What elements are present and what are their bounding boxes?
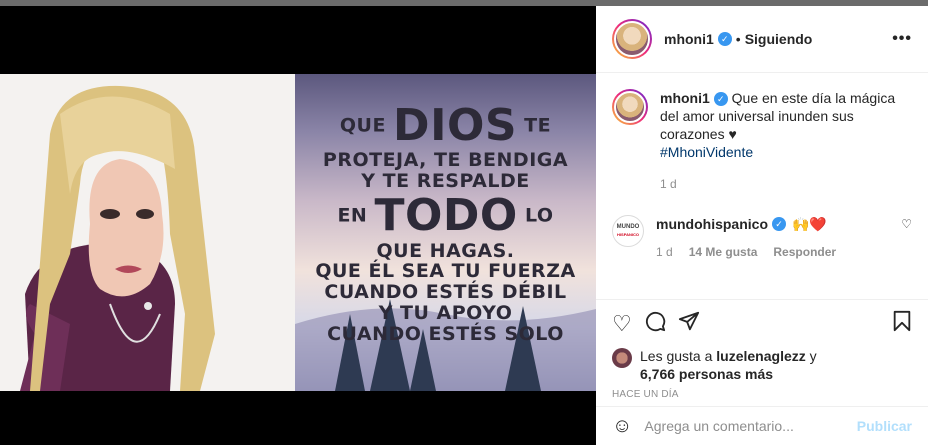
- comment-bubble-icon[interactable]: [644, 310, 666, 338]
- caption-username[interactable]: mhoni1: [660, 90, 710, 106]
- verified-check-icon: ✓: [772, 217, 786, 231]
- author-avatar[interactable]: [612, 19, 652, 59]
- comment-time[interactable]: 1 d: [656, 243, 673, 261]
- add-comment-bar: ☺ Agrega un comentario... Publicar: [596, 406, 928, 445]
- poster-quote: QUE DIOS TE PROTEJA, TE BENDIGA Y TE RES…: [295, 100, 596, 346]
- comment-item: MUNDO HISPANICO mundohispanico ✓ 🙌❤️ ♡ 1…: [612, 215, 912, 261]
- selfie-photo: [0, 74, 295, 391]
- publish-button[interactable]: Publicar: [857, 418, 912, 434]
- more-options-icon[interactable]: •••: [892, 30, 912, 48]
- poster-line-9: CUANDO ESTÉS SOLO: [327, 323, 564, 346]
- poster-line-2: PROTEJA, TE BENDIGA: [322, 149, 569, 172]
- emoji-icon[interactable]: ☺: [612, 415, 632, 438]
- comment-likes[interactable]: 14 Me gusta: [689, 243, 758, 261]
- poster-line-6: QUE ÉL SEA TU FUERZA: [315, 260, 576, 283]
- action-bar: ♡: [596, 299, 928, 347]
- comment-like-heart-icon[interactable]: ♡: [901, 215, 912, 233]
- hashtag-link[interactable]: #MhoniVidente: [660, 143, 895, 161]
- poster-line-7: CUANDO ESTÉS DÉBIL: [324, 281, 567, 304]
- poster-line-8: Y TU APOYO: [378, 302, 513, 325]
- comment-text: 🙌❤️: [792, 216, 827, 232]
- caption-text-2: del amor universal inunden sus: [660, 108, 854, 124]
- liker-avatar[interactable]: [612, 348, 632, 368]
- comment-username[interactable]: mundohispanico: [656, 215, 768, 233]
- separator-dot: •: [735, 31, 741, 47]
- verified-check-icon: ✓: [717, 32, 732, 46]
- bookmark-icon[interactable]: [892, 310, 912, 338]
- comment-input[interactable]: Agrega un comentario...: [644, 418, 793, 434]
- post-media: QUE DIOS TE PROTEJA, TE BENDIGA Y TE RES…: [0, 6, 596, 445]
- caption: mhoni1 ✓ Que en este día la mágica del am…: [612, 89, 912, 193]
- poster-line-3: Y TE RESPALDE: [361, 170, 530, 193]
- likes-count[interactable]: 6,766 personas más: [640, 366, 773, 382]
- caption-text-1: Que en este día la mágica: [731, 90, 896, 106]
- paper-plane-icon[interactable]: [678, 310, 700, 338]
- poster-line-5: QUE HAGAS.: [376, 239, 515, 262]
- comments-section: mhoni1 ✓ Que en este día la mágica del am…: [596, 73, 928, 299]
- post-header: mhoni1 ✓ • Siguiendo •••: [596, 6, 928, 73]
- poster-line-4: EN TODO LO: [337, 190, 554, 242]
- likes-summary: Les gusta a luzelenaglezz y 6,766 person…: [596, 347, 928, 383]
- quote-poster: QUE DIOS TE PROTEJA, TE BENDIGA Y TE RES…: [295, 74, 596, 391]
- author-username[interactable]: mhoni1: [664, 31, 714, 47]
- liker-username[interactable]: luzelenaglezz: [716, 348, 805, 364]
- reply-button[interactable]: Responder: [773, 243, 836, 261]
- verified-check-icon: ✓: [713, 92, 728, 107]
- heart-icon[interactable]: ♡: [612, 311, 632, 337]
- caption-avatar[interactable]: [612, 89, 648, 125]
- caption-text-3: corazones ♥: [660, 126, 737, 142]
- post-sidebar: mhoni1 ✓ • Siguiendo ••• mhoni1 ✓ Que en …: [596, 6, 928, 445]
- following-button[interactable]: Siguiendo: [745, 31, 813, 47]
- mundohispanico-avatar[interactable]: MUNDO HISPANICO: [612, 215, 644, 247]
- caption-time[interactable]: 1 d: [660, 175, 895, 193]
- post-timestamp: HACE UN DÍA: [612, 389, 679, 400]
- poster-line-1: QUE DIOS TE: [339, 100, 552, 151]
